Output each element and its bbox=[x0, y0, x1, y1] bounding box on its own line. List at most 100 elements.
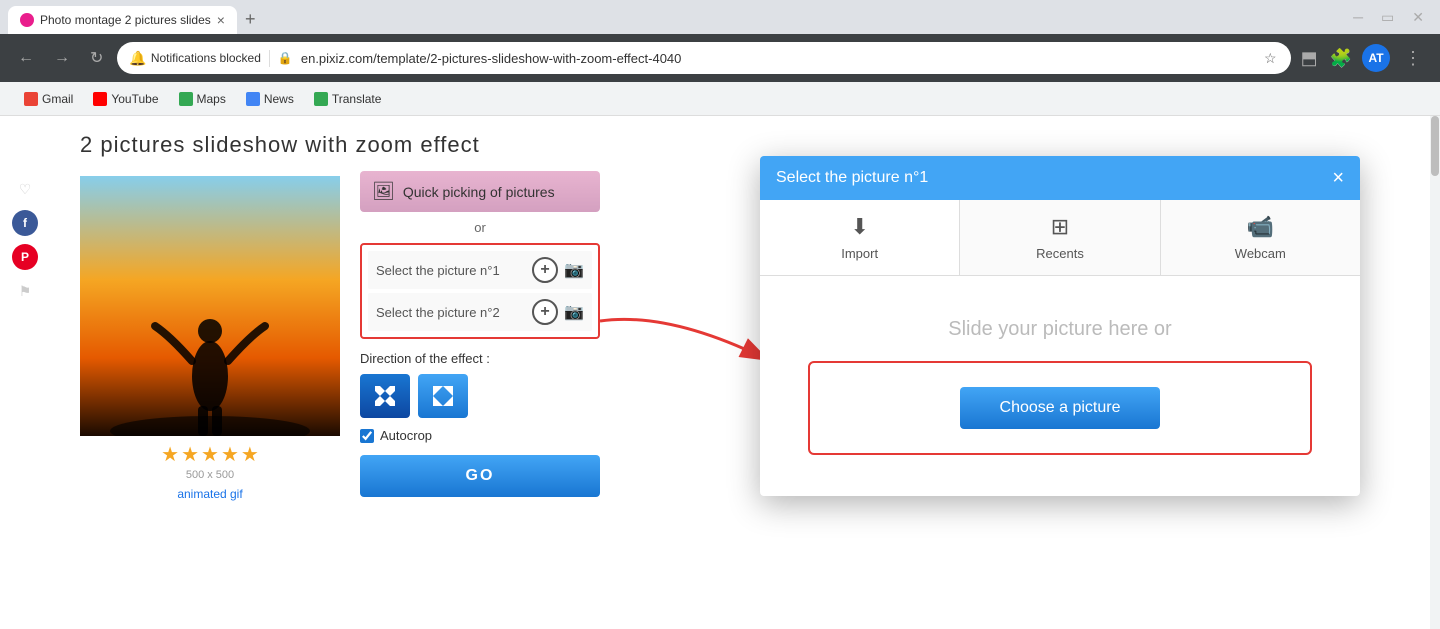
tab-title: Photo montage 2 pictures slides bbox=[40, 13, 211, 27]
dialog-body: Slide your picture here or Choose a pict… bbox=[760, 276, 1360, 496]
gmail-label: Gmail bbox=[42, 92, 73, 106]
dialog-close-button[interactable]: × bbox=[1332, 168, 1344, 188]
dialog-title: Select the picture n°1 bbox=[776, 169, 928, 187]
active-tab[interactable]: Photo montage 2 pictures slides × bbox=[8, 6, 237, 34]
maps-label: Maps bbox=[197, 92, 226, 106]
translate-label: Translate bbox=[332, 92, 382, 106]
tab-import[interactable]: ⬇ Import bbox=[760, 200, 960, 275]
bookmark-youtube[interactable]: YouTube bbox=[85, 88, 166, 110]
new-tab-button[interactable]: + bbox=[237, 5, 264, 34]
notifications-blocked[interactable]: 🔔 Notifications blocked bbox=[129, 50, 270, 67]
page-content: ♡ f P ⚑ 2 pictures slideshow with zoom e… bbox=[0, 116, 1440, 629]
autocrop-label: Autocrop bbox=[380, 428, 432, 443]
or-divider: or bbox=[360, 220, 600, 235]
select-pictures-box: Select the picture n°1 + 📷 Select the pi… bbox=[360, 243, 600, 339]
direction-label: Direction of the effect : bbox=[360, 351, 600, 366]
dialog-header: Select the picture n°1 × bbox=[760, 156, 1360, 200]
flag-icon[interactable]: ⚑ bbox=[12, 278, 38, 304]
camera-pic2-button[interactable]: 📷 bbox=[564, 302, 584, 322]
star-1: ★ bbox=[161, 442, 179, 467]
address-input-wrap: 🔔 Notifications blocked 🔒 en.pixiz.com/t… bbox=[117, 42, 1290, 74]
choose-picture-button[interactable]: Choose a picture bbox=[960, 387, 1161, 429]
cast-button[interactable]: ⬒ bbox=[1299, 46, 1320, 71]
news-favicon bbox=[246, 92, 260, 106]
profile-button[interactable]: AT bbox=[1362, 44, 1390, 72]
maximize-button[interactable]: ▭ bbox=[1373, 0, 1402, 34]
go-button[interactable]: GO bbox=[360, 455, 600, 497]
scrollbar[interactable] bbox=[1430, 116, 1440, 629]
bookmark-star-btn[interactable]: ☆ bbox=[1262, 48, 1279, 69]
tab-recents-label: Recents bbox=[1036, 246, 1084, 261]
title-bar: Photo montage 2 pictures slides × + ─ ▭ … bbox=[0, 0, 1440, 34]
star-rating: ★ ★ ★ ★ ★ bbox=[80, 442, 340, 467]
more-options-button[interactable]: ⋮ bbox=[1398, 46, 1428, 71]
translate-favicon bbox=[314, 92, 328, 106]
page-title: 2 pictures slideshow with zoom effect bbox=[80, 132, 480, 158]
bookmark-translate[interactable]: Translate bbox=[306, 88, 390, 110]
recents-icon: ⊞ bbox=[1051, 214, 1069, 240]
notifications-blocked-text: Notifications blocked bbox=[151, 51, 261, 65]
notification-icon: 🔔 bbox=[129, 50, 146, 67]
star-4: ★ bbox=[221, 442, 239, 467]
tab-webcam[interactable]: 📹 Webcam bbox=[1161, 200, 1360, 275]
bookmark-maps[interactable]: Maps bbox=[171, 88, 234, 110]
back-button[interactable]: ← bbox=[12, 45, 40, 71]
autocrop-checkbox[interactable] bbox=[360, 429, 374, 443]
tab-recents[interactable]: ⊞ Recents bbox=[960, 200, 1160, 275]
reload-button[interactable]: ↻ bbox=[84, 44, 109, 72]
drop-zone[interactable]: Choose a picture bbox=[808, 361, 1312, 455]
quick-pick-icon: 🖼 bbox=[372, 181, 395, 202]
animated-gif-anchor[interactable]: animated gif bbox=[177, 487, 242, 501]
webcam-icon: 📹 bbox=[1247, 214, 1274, 240]
bookmark-news[interactable]: News bbox=[238, 88, 302, 110]
animated-gif-link: animated gif bbox=[80, 485, 340, 503]
tab-import-label: Import bbox=[841, 246, 878, 261]
maps-favicon bbox=[179, 92, 193, 106]
pinterest-icon[interactable]: P bbox=[12, 244, 38, 270]
facebook-icon[interactable]: f bbox=[12, 210, 38, 236]
address-bar: ← → ↻ 🔔 Notifications blocked 🔒 en.pixiz… bbox=[0, 34, 1440, 82]
dialog-tabs: ⬇ Import ⊞ Recents 📹 Webcam bbox=[760, 200, 1360, 276]
tab-close-btn[interactable]: × bbox=[217, 12, 225, 28]
select-pic2-label: Select the picture n°2 bbox=[376, 305, 526, 320]
image-size: 500 x 500 bbox=[80, 469, 340, 481]
youtube-label: YouTube bbox=[111, 92, 158, 106]
star-5: ★ bbox=[241, 442, 259, 467]
picture-dialog: Select the picture n°1 × ⬇ Import ⊞ Rece… bbox=[760, 156, 1360, 496]
add-pic2-button[interactable]: + bbox=[532, 299, 558, 325]
select-pic1-row: Select the picture n°1 + 📷 bbox=[368, 251, 592, 289]
camera-pic1-button[interactable]: 📷 bbox=[564, 260, 584, 280]
social-icons: ♡ f P ⚑ bbox=[12, 176, 38, 304]
import-icon: ⬇ bbox=[850, 214, 868, 240]
forward-button[interactable]: → bbox=[48, 45, 76, 71]
direction-inward-button[interactable] bbox=[360, 374, 410, 418]
scrollbar-thumb[interactable] bbox=[1431, 116, 1439, 176]
add-pic1-button[interactable]: + bbox=[532, 257, 558, 283]
slide-text: Slide your picture here or bbox=[948, 318, 1171, 341]
tab-webcam-label: Webcam bbox=[1235, 246, 1286, 261]
youtube-favicon bbox=[93, 92, 107, 106]
tab-favicon bbox=[20, 13, 34, 27]
quick-pick-label: Quick picking of pictures bbox=[403, 184, 555, 200]
news-label: News bbox=[264, 92, 294, 106]
gmail-favicon bbox=[24, 92, 38, 106]
heart-icon[interactable]: ♡ bbox=[12, 176, 38, 202]
star-2: ★ bbox=[181, 442, 199, 467]
controls-panel: 🖼 Quick picking of pictures or Select th… bbox=[360, 171, 600, 497]
select-pic2-row: Select the picture n°2 + 📷 bbox=[368, 293, 592, 331]
url-text[interactable]: en.pixiz.com/template/2-pictures-slidesh… bbox=[301, 51, 1254, 66]
quick-pick-button[interactable]: 🖼 Quick picking of pictures bbox=[360, 171, 600, 212]
preview-image bbox=[80, 176, 340, 436]
direction-buttons bbox=[360, 374, 600, 418]
select-pic1-label: Select the picture n°1 bbox=[376, 263, 526, 278]
bookmark-gmail[interactable]: Gmail bbox=[16, 88, 81, 110]
preview-wrap: ★ ★ ★ ★ ★ 500 x 500 animated gif bbox=[80, 176, 340, 436]
minimize-button[interactable]: ─ bbox=[1345, 0, 1371, 34]
autocrop-row: Autocrop bbox=[360, 428, 600, 443]
star-3: ★ bbox=[201, 442, 219, 467]
direction-outward-button[interactable] bbox=[418, 374, 468, 418]
lock-icon: 🔒 bbox=[278, 51, 293, 65]
bookmarks-bar: Gmail YouTube Maps News Translate bbox=[0, 82, 1440, 116]
close-window-button[interactable]: ✕ bbox=[1404, 0, 1432, 34]
extensions-button[interactable]: 🧩 bbox=[1328, 46, 1354, 71]
